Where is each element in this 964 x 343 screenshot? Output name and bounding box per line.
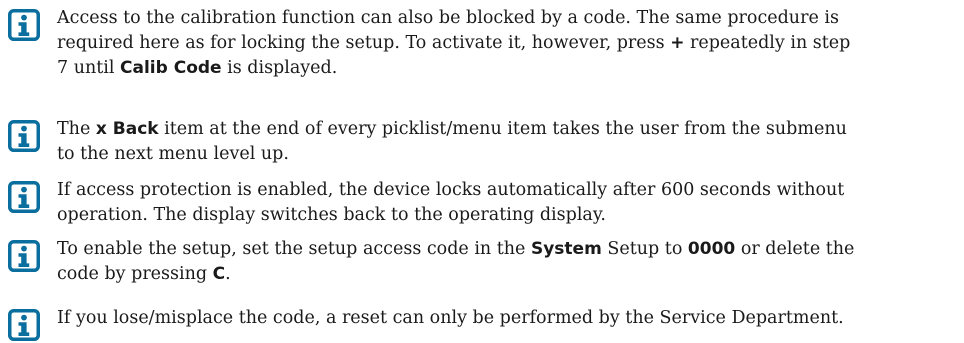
information-icon [8,181,40,213]
info-note-text: Access to the calibration function can a… [57,8,851,78]
info-note-text: If access protection is enabled, the dev… [57,180,845,225]
information-icon [8,240,40,272]
bold-term: x Back [95,119,159,139]
info-note-text: The x Back item at the end of every pick… [57,119,847,164]
information-icon [8,120,40,152]
information-icon [8,9,40,41]
bold-term: Calib Code [120,58,222,78]
information-icon [8,309,40,341]
bold-term: 0000 [687,239,736,259]
bold-term: C [212,264,226,284]
bold-term: System [530,239,602,259]
info-note-text: If you lose/misplace the code, a reset c… [57,308,844,328]
bold-term: + [670,33,685,53]
info-note-text: To enable the setup, set the setup acces… [57,239,855,284]
